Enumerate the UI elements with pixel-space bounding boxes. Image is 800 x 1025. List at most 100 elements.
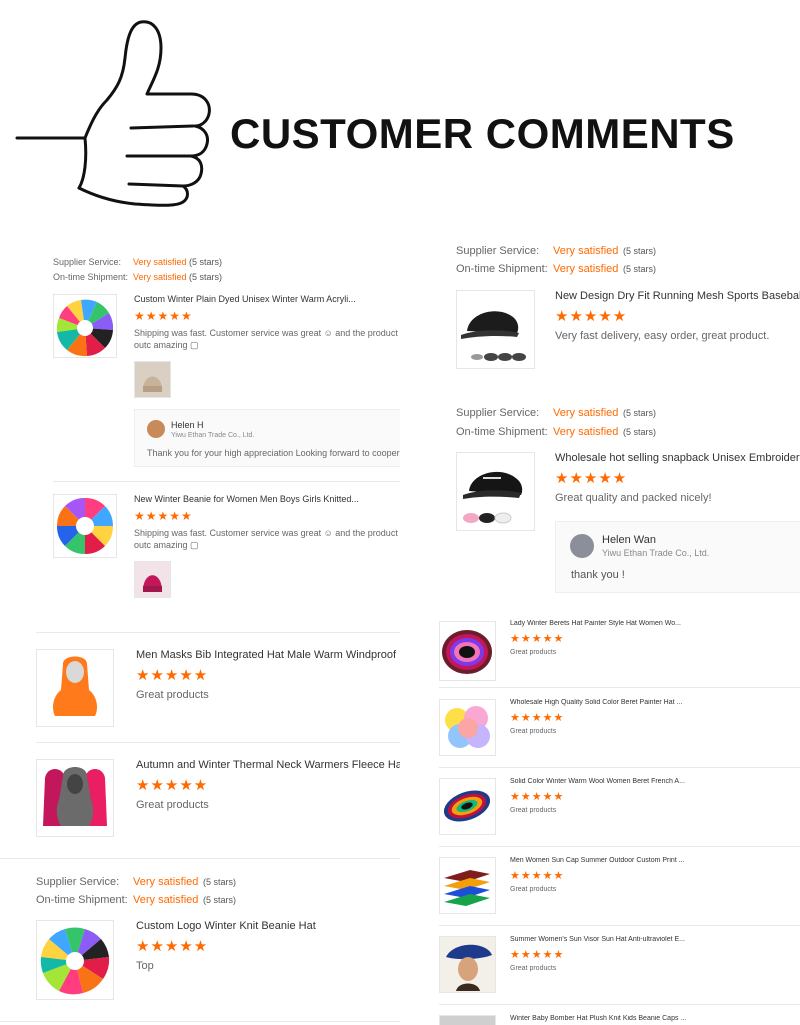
product-thumbnail[interactable] (36, 759, 114, 837)
pink-beanie-image (135, 562, 170, 597)
supplier-service-label: Supplier Service: (53, 257, 122, 267)
product-thumbnail[interactable] (439, 621, 496, 681)
seller-name: Helen H (171, 420, 204, 430)
beanie-circle-image (56, 497, 114, 555)
divider (439, 846, 800, 847)
beige-beanie-image (135, 362, 170, 397)
shipment-stars: (5 stars) (203, 895, 237, 905)
baseball-cap-image (461, 311, 526, 361)
review-product-title[interactable]: Summer Women's Sun Visor Sun Hat Anti-ul… (510, 936, 800, 943)
rating-stars: ★★★★★ (136, 777, 209, 794)
neck-warmer-image (43, 767, 107, 826)
balaclava-orange-image (53, 656, 97, 716)
shipment-label: On-time Shipment: (456, 426, 548, 438)
rating-stars: ★★★★★ (136, 667, 209, 684)
review-product-title[interactable]: Solid Color Winter Warm Wool Women Beret… (510, 778, 800, 785)
supplier-service-label: Supplier Service: (456, 407, 540, 419)
divider (36, 632, 400, 633)
rating-stars: ★★★★★ (134, 309, 193, 323)
seller-reply: Helen H Yiwu Ethan Trade Co., Ltd. Thank… (134, 409, 400, 467)
shipment-value: Very satisfied (133, 894, 199, 906)
on-time-shipment-row: On-time Shipment: Very satisfied (5 stars) (53, 272, 222, 282)
shipment-stars: (5 stars) (623, 427, 657, 437)
product-thumbnail[interactable] (439, 699, 496, 756)
review-product-title[interactable]: Custom Logo Winter Knit Beanie Hat (136, 920, 400, 932)
product-thumbnail[interactable] (439, 857, 496, 914)
supplier-service-stars: (5 stars) (189, 257, 223, 267)
product-thumbnail[interactable] (53, 494, 117, 558)
shipment-label: On-time Shipment: (53, 272, 129, 282)
shipment-label: On-time Shipment: (456, 263, 548, 275)
review-product-title[interactable]: Custom Winter Plain Dyed Unisex Winter W… (134, 294, 394, 304)
supplier-service-label: Supplier Service: (36, 876, 120, 888)
supplier-service-value: Very satisfied (133, 257, 187, 267)
divider (53, 481, 400, 482)
review-text: Great products (510, 965, 557, 972)
product-thumbnail[interactable] (53, 294, 117, 358)
review-text: Shipping was fast. Customer service was … (134, 328, 398, 350)
on-time-shipment-row: On-time Shipment: Very satisfied (5 stars) (456, 263, 656, 275)
rating-stars: ★★★★★ (136, 938, 209, 955)
supplier-service-value: Very satisfied (553, 407, 619, 419)
review-panel-left-1: Supplier Service: Very satisfied (5 stars)… (0, 243, 400, 616)
supplier-service-stars: (5 stars) (203, 877, 237, 887)
shipment-value: Very satisfied (133, 272, 187, 282)
wool-beret-image (443, 790, 491, 822)
review-photo[interactable] (134, 361, 171, 398)
shipment-value: Very satisfied (553, 263, 619, 275)
divider (36, 742, 400, 743)
review-product-title[interactable]: New Winter Beanie for Women Men Boys Gir… (134, 494, 394, 504)
product-thumbnail[interactable] (456, 452, 535, 531)
rating-stars: ★★★★★ (134, 509, 193, 523)
rating-stars: ★★★★★ (510, 633, 565, 645)
rating-stars: ★★★★★ (510, 791, 565, 803)
sun-cap-image (444, 870, 490, 906)
review-panel-left-3: Supplier Service: Very satisfied (5 stars)… (0, 858, 410, 1025)
review-product-title[interactable]: Men Masks Bib Integrated Hat Male Warm W… (136, 649, 400, 661)
product-thumbnail[interactable] (439, 778, 496, 835)
seller-reply-text: Thank you for your high appreciation Loo… (147, 448, 400, 458)
shipment-stars: (5 stars) (623, 264, 657, 274)
knit-beanie-fan-image (40, 927, 110, 995)
review-list-left: Men Masks Bib Integrated Hat Male Warm W… (0, 618, 410, 858)
supplier-service-value: Very satisfied (133, 876, 199, 888)
review-text: Great products (510, 728, 557, 735)
rating-stars: ★★★★★ (510, 870, 565, 882)
rating-stars: ★★★★★ (555, 308, 628, 325)
review-product-title[interactable]: Autumn and Winter Thermal Neck Warmers F… (136, 759, 400, 771)
review-panel-right-2: Supplier Service: Very satisfied (5 stars)… (400, 391, 800, 618)
supplier-service-stars: (5 stars) (623, 408, 657, 418)
product-thumbnail[interactable] (36, 649, 114, 727)
on-time-shipment-row: On-time Shipment: Very satisfied (5 stars) (36, 894, 236, 906)
review-text: Great products (510, 886, 557, 893)
pastel-beret-image (445, 706, 490, 748)
page-title: CUSTOMER COMMENTS (230, 110, 735, 157)
divider (439, 767, 800, 768)
divider (0, 858, 400, 859)
seller-name: Helen Wan (602, 534, 657, 546)
product-thumbnail[interactable] (439, 936, 496, 993)
product-thumbnail[interactable] (456, 290, 535, 369)
supplier-service-stars: (5 stars) (623, 246, 657, 256)
snapback-cap-image (463, 471, 523, 524)
review-product-title[interactable]: Lady Winter Berets Hat Painter Style Hat… (510, 620, 800, 627)
review-product-title[interactable]: Wholesale hot selling snapback Unisex Em… (555, 452, 800, 464)
review-product-title[interactable]: Wholesale High Quality Solid Color Beret… (510, 699, 800, 706)
review-product-title[interactable]: New Design Dry Fit Running Mesh Sports B… (555, 290, 800, 302)
supplier-service-value: Very satisfied (553, 245, 619, 257)
beret-stack-image (442, 630, 492, 674)
header-banner: CUSTOMER COMMENTS (0, 0, 800, 215)
divider (439, 925, 800, 926)
product-thumbnail[interactable] (36, 920, 114, 1000)
divider (0, 1021, 400, 1022)
review-text: Top (136, 960, 154, 972)
review-product-title[interactable]: Men Women Sun Cap Summer Outdoor Custom … (510, 857, 800, 864)
shipment-value: Very satisfied (553, 426, 619, 438)
supplier-service-label: Supplier Service: (456, 245, 540, 257)
review-photo[interactable] (134, 561, 171, 598)
review-product-title[interactable]: Winter Baby Bomber Hat Plush Knit Kids B… (510, 1015, 800, 1022)
rating-stars: ★★★★★ (510, 949, 565, 961)
review-list-right: Lady Winter Berets Hat Painter Style Hat… (410, 618, 800, 1025)
seller-avatar (147, 420, 165, 438)
product-thumbnail[interactable] (439, 1015, 496, 1025)
